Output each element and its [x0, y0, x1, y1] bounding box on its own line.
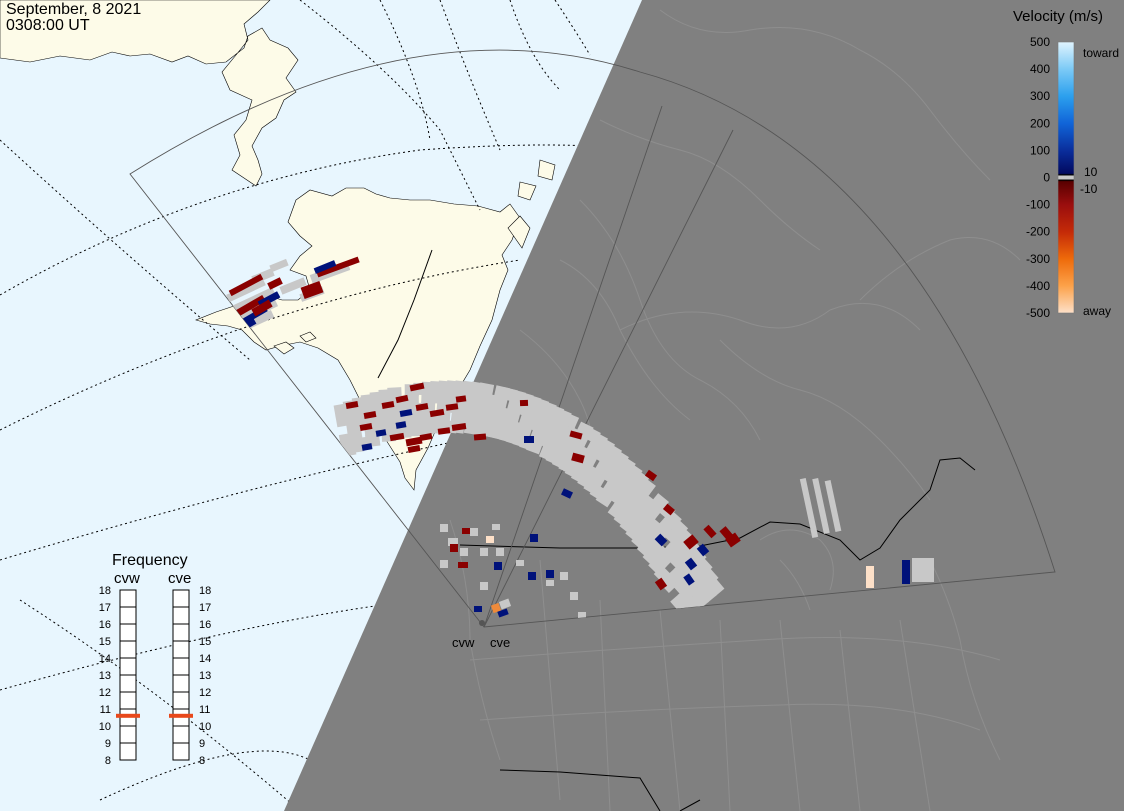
scatter-cell: [492, 524, 500, 530]
scatter-cell: [866, 566, 874, 588]
radar-map-figure: cvw cve Velocity (m/s) 500 400 300 200 100 0 -…: [0, 0, 1124, 811]
scatter-cell: [450, 544, 458, 552]
colorbar-tick-label: 100: [1030, 143, 1050, 157]
scatter-cell: [462, 528, 470, 534]
scatter-cell: [519, 399, 529, 407]
scatter-cell: [560, 572, 568, 580]
colorbar-neg-label: -10: [1080, 182, 1098, 196]
scatter-cell: [480, 548, 488, 556]
frequency-tick-label: 13: [199, 670, 211, 682]
frequency-tick-label: 8: [199, 755, 205, 767]
frequency-title: Frequency: [112, 552, 188, 569]
frequency-tick-label: 9: [199, 738, 205, 750]
colorbar-tick-label: -100: [1026, 198, 1050, 212]
colorbar-tick-label: 200: [1030, 116, 1050, 130]
scatter-cell: [494, 562, 502, 570]
scatter-cell: [570, 592, 578, 600]
scatter-cell: [440, 524, 448, 532]
colorbar-pos-label: 10: [1084, 165, 1098, 179]
scatter-cell: [460, 548, 468, 556]
frequency-radar-label-cvw: cvw: [114, 570, 140, 587]
colorbar-tick-label: -200: [1026, 225, 1050, 239]
scatter-cell: [486, 536, 494, 543]
dot-icon: [479, 620, 485, 626]
scatter-cell: [496, 548, 504, 556]
frequency-tick-label: 9: [105, 738, 111, 750]
frequency-marker: [116, 713, 140, 718]
colorbar-tick-label: -400: [1026, 279, 1050, 293]
frequency-tick-label: 15: [99, 636, 111, 648]
frequency-tick-label: 18: [199, 585, 211, 597]
frequency-tick-label: 17: [199, 602, 211, 614]
colorbar-tick-label: -500: [1026, 306, 1050, 320]
radar-label-cvw: cvw: [452, 635, 475, 650]
time-label: 0308:00 UT: [6, 17, 90, 34]
colorbar-tick-label: 300: [1030, 89, 1050, 103]
scatter-cell: [470, 528, 478, 536]
frequency-tick-label: 18: [99, 585, 111, 597]
frequency-tick-label: 10: [199, 721, 211, 733]
colorbar-title: Velocity (m/s): [1013, 8, 1103, 25]
frequency-tick-label: 17: [99, 602, 111, 614]
scatter-cell: [480, 582, 488, 590]
frequency-tick-label: 11: [100, 704, 111, 716]
frequency-tick-label: 8: [105, 755, 111, 767]
scatter-cell: [440, 560, 448, 568]
frequency-tick-label: 10: [99, 721, 111, 733]
colorbar-tick-label: 500: [1030, 35, 1050, 49]
scatter-cell: [474, 606, 482, 612]
frequency-tick-label: 16: [99, 619, 111, 631]
colorbar-toward-label: toward: [1083, 46, 1119, 60]
frequency-tick-label: 16: [199, 619, 211, 631]
scatter-cell: [516, 560, 524, 566]
colorbar-away-label: away: [1083, 304, 1111, 318]
colorbar-tick-label: -300: [1026, 252, 1050, 266]
frequency-tick-label: 12: [199, 687, 211, 699]
scatter-cell: [546, 570, 554, 578]
frequency-tick-label: 12: [99, 687, 111, 699]
scatter-cell: [473, 433, 487, 441]
scatter-cell: [912, 558, 934, 582]
colorbar-tick-label: 0: [1043, 171, 1050, 185]
frequency-radar-label-cve: cve: [168, 570, 191, 587]
scatter-cell: [524, 436, 534, 443]
colorbar-tick-label: 400: [1030, 62, 1050, 76]
colorbar-gradient: [1057, 41, 1075, 314]
frequency-marker: [169, 713, 193, 718]
frequency-tick-label: 14: [99, 653, 111, 665]
frequency-tick-label: 14: [199, 653, 211, 665]
scatter-cell: [546, 580, 554, 586]
scatter-cell: [902, 560, 910, 584]
map-svg: cvw cve Velocity (m/s) 500 400 300 200 100 0 -…: [0, 0, 1124, 811]
frequency-tick-label: 13: [99, 670, 111, 682]
radar-label-cve: cve: [490, 635, 510, 650]
scatter-cell: [530, 534, 538, 542]
date-label: September, 8 2021: [6, 1, 142, 18]
frequency-tick-label: 15: [199, 636, 211, 648]
scatter-cell: [528, 572, 536, 580]
frequency-tick-label: 11: [199, 704, 210, 716]
scatter-cell: [458, 562, 468, 568]
